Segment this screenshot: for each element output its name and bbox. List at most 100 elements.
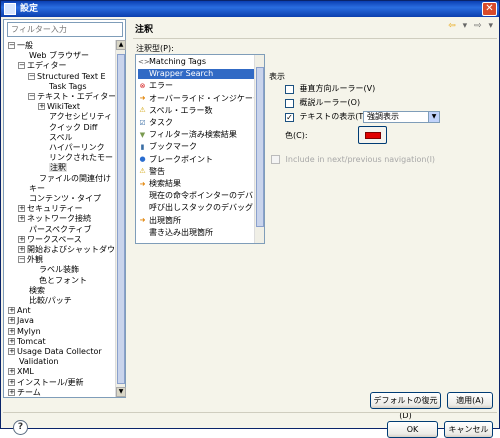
view-menu-icon[interactable]: ▾	[488, 21, 493, 31]
scroll-thumb[interactable]	[117, 54, 125, 384]
collapse-icon[interactable]: −	[28, 72, 35, 80]
annotation-type-label: Wrapper Search	[149, 69, 214, 79]
tree-item-label: インストール/更新	[17, 377, 84, 387]
dialog-body: −一般Web ブラウザー−エディター−Structured Text ETask…	[1, 17, 499, 438]
scroll-thumb[interactable]	[256, 67, 264, 227]
expand-icon[interactable]: +	[8, 388, 15, 396]
forward-arrow-icon[interactable]: ⇨	[474, 21, 482, 31]
tree-item-label: 開始およびシャットダウ	[27, 245, 115, 254]
chevron-down-icon[interactable]: ▼	[428, 112, 439, 122]
show-in-text-option[interactable]: ✓ テキストの表示(T)	[285, 111, 366, 123]
tree-item-label: セキュリティー	[27, 204, 83, 214]
display-group-label: 表示	[269, 72, 285, 81]
tree-item-label: ラベル装飾	[39, 265, 79, 275]
expand-icon[interactable]: +	[18, 205, 25, 213]
annotation-type-icon	[138, 70, 147, 78]
annotation-type-icon: ⊗	[139, 81, 146, 90]
expand-icon[interactable]: +	[8, 307, 15, 315]
tree-item-label: コンテンツ・タイプ	[29, 194, 101, 203]
overview-ruler-checkbox[interactable]	[285, 98, 294, 108]
preferences-window: 設定 ✕ −一般Web ブラウザー−エディター−Structured Text …	[0, 0, 500, 438]
tree-item-label: 一般	[17, 41, 33, 50]
tree-item-label: チーム	[17, 387, 41, 397]
annotation-type-item[interactable]: ⚠ スペル・エラー数	[138, 106, 256, 116]
expand-icon[interactable]: +	[8, 378, 15, 386]
tree-item-label: Validation	[19, 357, 59, 367]
tree-item[interactable]: + チーム	[8, 387, 41, 397]
collapse-icon[interactable]: −	[18, 62, 25, 70]
vertical-ruler-checkbox[interactable]	[285, 84, 294, 94]
annotation-type-label: 書き込み出現箇所	[149, 227, 213, 237]
tree-scrollbar[interactable]: ▲ ▼	[115, 40, 126, 397]
expand-icon[interactable]: +	[8, 337, 15, 345]
include-navigation-label: Include in next/previous navigation(I)	[285, 155, 436, 164]
apply-button[interactable]: 適用(A)	[447, 392, 493, 409]
tree-item-label: 検索	[29, 285, 45, 295]
annotation-type-item[interactable]: ➜ 出現箇所	[138, 216, 256, 226]
annotation-type-item[interactable]: ➜ オーバーライド・インジケーター	[138, 94, 264, 104]
annotation-type-item[interactable]: ● ブレークポイント	[138, 155, 256, 165]
window-title: 設定	[20, 4, 39, 14]
annotation-type-item[interactable]: ⊗ エラー	[138, 81, 256, 91]
expand-icon[interactable]: +	[18, 215, 25, 223]
help-icon[interactable]: ?	[13, 420, 28, 435]
annotation-type-item[interactable]: ➜ 検索結果	[138, 179, 256, 189]
expand-icon[interactable]: +	[8, 348, 15, 355]
collapse-icon[interactable]: −	[8, 42, 15, 49]
annotation-type-icon: ➜	[139, 94, 146, 103]
annotation-type-item[interactable]: ▼ フィルター済み検索結果	[138, 130, 256, 140]
back-menu-icon[interactable]: ▾	[463, 21, 468, 31]
collapse-icon[interactable]: −	[28, 93, 35, 100]
include-navigation-checkbox	[271, 155, 280, 164]
expand-icon[interactable]: +	[8, 317, 15, 325]
color-picker-button[interactable]	[358, 126, 387, 144]
restore-defaults-button[interactable]: デフォルトの復元(D)	[370, 392, 441, 420]
expand-icon[interactable]: +	[18, 246, 25, 253]
annotation-type-label: エラー	[149, 81, 173, 91]
annotation-type-item[interactable]: ⚠ 警告	[138, 167, 256, 177]
annotation-type-icon	[138, 228, 147, 236]
back-arrow-icon[interactable]: ⇦	[448, 21, 456, 31]
ok-button[interactable]: OK	[387, 421, 438, 438]
scroll-up-icon[interactable]: ▲	[116, 40, 126, 50]
overview-ruler-option[interactable]: 概説ルーラー(O)	[285, 97, 360, 109]
annotation-type-item[interactable]: ☑ タスク	[138, 118, 256, 128]
tree-item-label: スペル	[49, 132, 73, 142]
tree-item-label: 注釈	[49, 163, 67, 173]
annotation-type-label: 検索結果	[149, 179, 181, 188]
show-in-text-checkbox[interactable]: ✓	[285, 112, 294, 122]
vertical-ruler-option[interactable]: 垂直方向ルーラー(V)	[285, 83, 375, 95]
tree-item-label: Ant	[17, 306, 31, 316]
tree-item-label: Structured Text E	[37, 71, 106, 81]
tree-item-label: アクセシビリティ	[49, 112, 113, 122]
scroll-down-icon[interactable]: ▼	[116, 387, 126, 397]
annotation-type-icon: ➜	[139, 216, 146, 225]
tree-item-label: Java	[17, 316, 34, 326]
annotation-type-item[interactable]: ▮ ブックマーク	[138, 142, 256, 152]
text-style-select[interactable]: 強調表示 ▼	[363, 111, 440, 123]
annotation-types-list[interactable]: <>Matching Tags Wrapper Search ⊗ エラー ➜ オーバーライ…	[135, 54, 265, 244]
annotation-list-scrollbar[interactable]	[254, 55, 264, 243]
expand-icon[interactable]: +	[8, 327, 15, 335]
expand-icon[interactable]: +	[18, 235, 25, 243]
cancel-button[interactable]: キャンセル	[444, 421, 493, 438]
title-bar: 設定 ✕	[1, 1, 499, 17]
close-icon[interactable]: ✕	[482, 2, 497, 16]
annotation-type-label: ブレークポイント	[149, 154, 213, 164]
annotation-type-item[interactable]: 書き込み出現箇所	[138, 228, 256, 238]
annotation-type-label: タスク	[149, 118, 173, 127]
expand-icon[interactable]: +	[38, 103, 45, 111]
tree-item-label: Tomcat	[17, 336, 46, 346]
annotation-type-item[interactable]: 呼び出しスタックのデバッグ	[138, 203, 256, 213]
collapse-icon[interactable]: −	[18, 256, 25, 264]
annotation-type-icon: ⚠	[139, 167, 146, 176]
annotation-type-icon: ▼	[139, 130, 146, 139]
annotation-type-item[interactable]: 現在の命令ポインターのデバッグ	[138, 191, 264, 201]
annotation-type-item[interactable]: Wrapper Search	[138, 69, 256, 80]
filter-input[interactable]	[7, 22, 123, 37]
tree-item-label: エディター	[27, 61, 67, 71]
expand-icon[interactable]: +	[8, 368, 15, 376]
annotation-type-label: オーバーライド・インジケーター	[149, 93, 265, 103]
tree-item-label: Web ブラウザー	[29, 51, 89, 61]
annotation-type-item[interactable]: <>Matching Tags	[138, 57, 256, 67]
